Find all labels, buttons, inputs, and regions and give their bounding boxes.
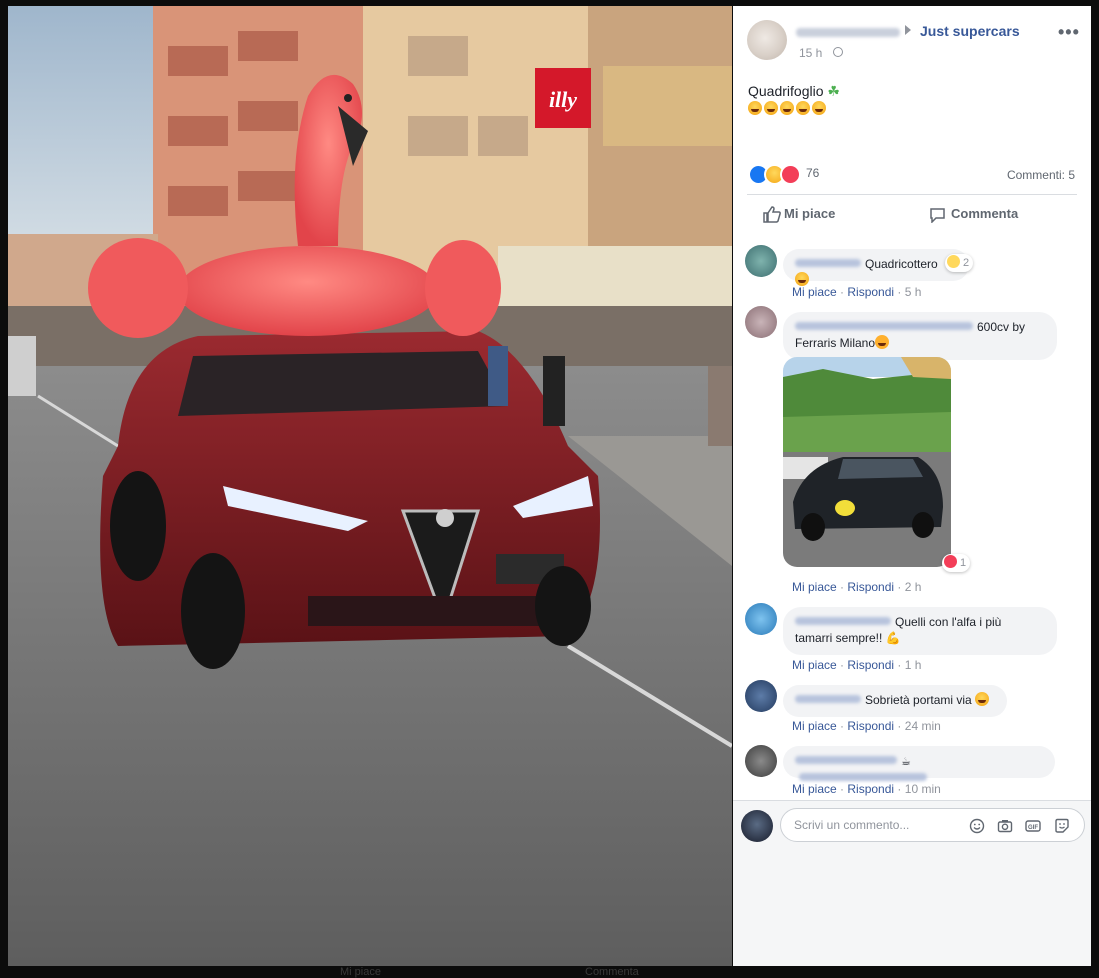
commenter-name-blurred[interactable] (795, 756, 897, 764)
comment-like-link[interactable]: Mi piace (792, 580, 837, 594)
commenter-name-blurred[interactable] (795, 695, 861, 703)
laughing-emoji-icon (796, 101, 810, 115)
author-name-blurred[interactable] (796, 28, 900, 37)
more-icon[interactable]: ••• (1058, 22, 1080, 43)
comment-input[interactable]: Scrivi un commento... GIF (780, 808, 1085, 842)
clover-icon: ☘ (827, 83, 840, 99)
comments-count[interactable]: Commenti: 5 (1007, 168, 1075, 182)
comment-bubble: Quadricottero (783, 249, 969, 286)
background-ghost-actions: Mi piace Commenta (0, 966, 1099, 978)
post-photo[interactable]: illy (8, 6, 732, 966)
commenter-avatar[interactable] (745, 245, 777, 277)
commenter-avatar[interactable] (745, 306, 777, 338)
photo-scene: illy (8, 6, 732, 966)
comment-meta: Mi piace · Rispondi · 2 h (792, 580, 922, 594)
group-name[interactable]: Just supercars (920, 23, 1020, 39)
comment-bubble: Sobrietà portami via (783, 685, 1007, 717)
comments-list: Quadricottero 2 Mi piace · Rispondi · 5 … (733, 236, 1091, 800)
comment-reply-link[interactable]: Rispondi (847, 782, 894, 796)
comment-time[interactable]: 2 h (905, 580, 922, 594)
post-panel: Just supercars 15 h ••• Quadrifoglio ☘ 7… (733, 6, 1091, 967)
like-button[interactable]: Mi piace (784, 206, 835, 221)
love-reaction-icon (780, 164, 801, 185)
share-arrow-icon (905, 25, 911, 35)
comment-time[interactable]: 1 h (905, 658, 922, 672)
comment-text: 600cv by (977, 320, 1026, 334)
laughing-emoji-icon (764, 101, 778, 115)
commenter-name-blurred[interactable] (795, 617, 891, 625)
coffee-icon: ☕ (901, 756, 911, 768)
post-text-line: Quadrifoglio (748, 83, 824, 99)
comment-reaction-count: 2 (963, 257, 970, 269)
comment-meta: Mi piace · Rispondi · 1 h (792, 658, 922, 672)
comment-text: Sobrietà portami via (865, 693, 972, 707)
svg-text:GIF: GIF (1028, 825, 1038, 831)
comment-time[interactable]: 10 min (905, 782, 941, 796)
comment-text-line2: tamarri sempre!! (795, 631, 883, 645)
comment-bubble: 600cv by Ferraris Milano (783, 312, 1057, 360)
ghost-comment-label: Commenta (585, 966, 639, 978)
comment-reply-link[interactable]: Rispondi (847, 285, 894, 299)
thumb-up-icon (763, 206, 781, 223)
commenter-name-blurred[interactable] (795, 322, 973, 330)
comment-reply-link[interactable]: Rispondi (847, 658, 894, 672)
comment-reply-link[interactable]: Rispondi (847, 719, 894, 733)
laughing-emoji-icon (780, 101, 794, 115)
comment-bubble-icon (930, 208, 945, 223)
comment-text: Quadricottero (865, 257, 938, 271)
comment-reaction-count: 1 (960, 557, 967, 569)
post-time[interactable]: 15 h (799, 46, 822, 60)
divider (747, 194, 1077, 195)
laughing-emoji-icon (748, 101, 762, 115)
love-reaction-icon (944, 555, 957, 568)
comment-photo-scene (783, 357, 951, 567)
commenter-avatar[interactable] (745, 745, 777, 777)
camera-icon[interactable] (997, 818, 1013, 834)
globe-icon (833, 47, 843, 57)
commenter-avatar[interactable] (745, 603, 777, 635)
comment-button[interactable]: Commenta (951, 206, 1018, 221)
haha-reaction-icon (947, 255, 960, 268)
comment-bubble: ☕ (783, 746, 1055, 781)
sticker-icon[interactable] (1054, 818, 1070, 834)
write-comment-area: Scrivi un commento... GIF (733, 800, 1091, 967)
kiss-emoji-icon (875, 335, 890, 349)
comment-meta: Mi piace · Rispondi · 5 h (792, 285, 922, 299)
gif-icon[interactable]: GIF (1025, 818, 1041, 834)
comment-text-blurred (799, 773, 927, 781)
comment-like-link[interactable]: Mi piace (792, 782, 837, 796)
laughing-emoji-icon (795, 272, 809, 286)
comment-time[interactable]: 24 min (905, 719, 941, 733)
commenter-avatar[interactable] (745, 680, 777, 712)
ghost-like-label: Mi piace (340, 966, 381, 978)
illy-sign-text: illy (549, 87, 577, 112)
author-avatar[interactable] (747, 20, 787, 60)
comment-reply-link[interactable]: Rispondi (847, 580, 894, 594)
reaction-count: 76 (806, 166, 820, 180)
comment-time[interactable]: 5 h (905, 285, 922, 299)
comment-like-link[interactable]: Mi piace (792, 719, 837, 733)
commenter-name-blurred[interactable] (795, 259, 861, 267)
comment-meta: Mi piace · Rispondi · 10 min (792, 782, 941, 796)
comment-input-placeholder: Scrivi un commento... (794, 818, 910, 832)
comment-text-line2: Ferraris Milano (795, 336, 876, 350)
flexed-arm-icon: 💪 (885, 631, 901, 645)
emoji-icon[interactable] (969, 818, 985, 834)
post-text: Quadrifoglio ☘ (748, 83, 840, 117)
comment-text: Quelli con l'alfa i più (895, 615, 1002, 629)
comment-bubble: Quelli con l'alfa i più tamarri sempre!!… (783, 607, 1057, 655)
comment-like-link[interactable]: Mi piace (792, 285, 837, 299)
comment-reaction-pill[interactable]: 2 (945, 254, 974, 272)
comment-meta: Mi piace · Rispondi · 24 min (792, 719, 941, 733)
laughing-emoji-icon (812, 101, 826, 115)
comment-reaction-pill[interactable]: 1 (942, 554, 971, 572)
comment-like-link[interactable]: Mi piace (792, 658, 837, 672)
current-user-avatar[interactable] (741, 810, 773, 842)
rofl-emoji-icon (975, 692, 990, 706)
comment-photo[interactable] (783, 357, 951, 567)
